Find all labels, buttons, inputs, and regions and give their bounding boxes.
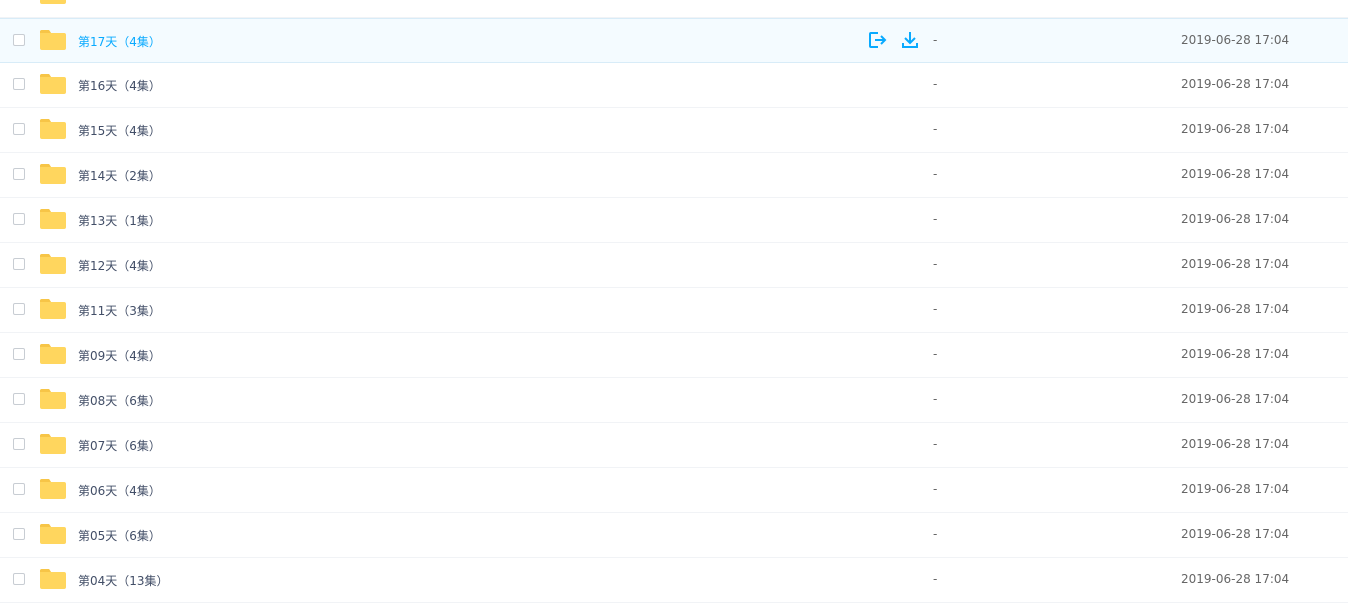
file-modified-date: 2019-06-28 17:04 xyxy=(1181,392,1290,406)
folder-icon xyxy=(40,0,66,4)
file-size: - xyxy=(933,33,938,47)
file-name[interactable]: 第13天（1集） xyxy=(78,212,161,229)
row-checkbox[interactable] xyxy=(13,303,25,315)
folder-icon xyxy=(40,254,66,274)
file-modified-date: 2019-06-28 17:04 xyxy=(1181,572,1290,586)
file-name[interactable]: 第07天（6集） xyxy=(78,437,161,454)
file-modified-date: 2019-06-28 17:04 xyxy=(1181,527,1290,541)
file-name[interactable]: 第15天（4集） xyxy=(78,122,161,139)
file-row[interactable]: 第06天（4集） - 2019-06-28 17:04 xyxy=(0,468,1348,513)
file-row[interactable]: 第15天（4集） - 2019-06-28 17:04 xyxy=(0,108,1348,153)
row-checkbox[interactable] xyxy=(13,393,25,405)
file-row[interactable]: 第07天（6集） - 2019-06-28 17:04 xyxy=(0,423,1348,468)
folder-icon xyxy=(40,479,66,499)
row-checkbox[interactable] xyxy=(13,34,25,46)
file-name[interactable]: 第09天（4集） xyxy=(78,347,161,364)
file-size: - xyxy=(933,302,938,316)
file-size: - xyxy=(933,77,938,91)
download-icon[interactable] xyxy=(899,30,921,50)
file-name[interactable]: 第12天（4集） xyxy=(78,257,161,274)
file-name[interactable]: 第04天（13集） xyxy=(78,572,169,589)
file-size: - xyxy=(933,527,938,541)
row-checkbox[interactable] xyxy=(13,573,25,585)
file-row[interactable]: 第11天（3集） - 2019-06-28 17:04 xyxy=(0,288,1348,333)
file-list: 第17天（4集） - 2019-06-28 17:04 第16天（4集） - 2… xyxy=(0,0,1348,603)
folder-icon xyxy=(40,524,66,544)
file-row-partial[interactable] xyxy=(0,0,1348,18)
file-size: - xyxy=(933,572,938,586)
file-modified-date: 2019-06-28 17:04 xyxy=(1181,167,1290,181)
file-modified-date: 2019-06-28 17:04 xyxy=(1181,437,1290,451)
file-modified-date: 2019-06-28 17:04 xyxy=(1181,257,1290,271)
file-size: - xyxy=(933,347,938,361)
file-modified-date: 2019-06-28 17:04 xyxy=(1181,482,1290,496)
file-name[interactable]: 第06天（4集） xyxy=(78,482,161,499)
file-modified-date: 2019-06-28 17:04 xyxy=(1181,77,1290,91)
folder-icon xyxy=(40,30,66,50)
file-row[interactable]: 第09天（4集） - 2019-06-28 17:04 xyxy=(0,333,1348,378)
folder-icon xyxy=(40,164,66,184)
row-checkbox[interactable] xyxy=(13,438,25,450)
row-checkbox[interactable] xyxy=(13,528,25,540)
file-size: - xyxy=(933,437,938,451)
folder-icon xyxy=(40,74,66,94)
folder-icon xyxy=(40,569,66,589)
file-size: - xyxy=(933,167,938,181)
file-row[interactable]: 第13天（1集） - 2019-06-28 17:04 xyxy=(0,198,1348,243)
row-checkbox[interactable] xyxy=(13,213,25,225)
file-row[interactable]: 第04天（13集） - 2019-06-28 17:04 xyxy=(0,558,1348,603)
folder-icon xyxy=(40,344,66,364)
file-name[interactable]: 第14天（2集） xyxy=(78,167,161,184)
folder-icon xyxy=(40,434,66,454)
file-row[interactable]: 第16天（4集） - 2019-06-28 17:04 xyxy=(0,63,1348,108)
file-modified-date: 2019-06-28 17:04 xyxy=(1181,347,1290,361)
file-modified-date: 2019-06-28 17:04 xyxy=(1181,33,1290,47)
file-row[interactable]: 第14天（2集） - 2019-06-28 17:04 xyxy=(0,153,1348,198)
file-name[interactable]: 第08天（6集） xyxy=(78,392,161,409)
folder-icon xyxy=(40,389,66,409)
file-size: - xyxy=(933,482,938,496)
row-checkbox[interactable] xyxy=(13,123,25,135)
file-modified-date: 2019-06-28 17:04 xyxy=(1181,122,1290,136)
file-row[interactable]: 第17天（4集） - 2019-06-28 17:04 xyxy=(0,18,1348,63)
file-size: - xyxy=(933,392,938,406)
row-checkbox[interactable] xyxy=(13,483,25,495)
share-icon[interactable] xyxy=(867,30,889,50)
file-size: - xyxy=(933,122,938,136)
file-name[interactable]: 第11天（3集） xyxy=(78,302,161,319)
row-checkbox[interactable] xyxy=(13,348,25,360)
row-checkbox[interactable] xyxy=(13,258,25,270)
folder-icon xyxy=(40,209,66,229)
file-row[interactable]: 第12天（4集） - 2019-06-28 17:04 xyxy=(0,243,1348,288)
file-name[interactable]: 第16天（4集） xyxy=(78,77,161,94)
file-modified-date: 2019-06-28 17:04 xyxy=(1181,302,1290,316)
file-name[interactable]: 第05天（6集） xyxy=(78,527,161,544)
file-modified-date: 2019-06-28 17:04 xyxy=(1181,212,1290,226)
file-size: - xyxy=(933,257,938,271)
file-row[interactable]: 第05天（6集） - 2019-06-28 17:04 xyxy=(0,513,1348,558)
file-row[interactable]: 第08天（6集） - 2019-06-28 17:04 xyxy=(0,378,1348,423)
file-size: - xyxy=(933,212,938,226)
file-name[interactable]: 第17天（4集） xyxy=(78,33,161,50)
row-checkbox[interactable] xyxy=(13,168,25,180)
row-checkbox[interactable] xyxy=(13,78,25,90)
folder-icon xyxy=(40,119,66,139)
folder-icon xyxy=(40,299,66,319)
